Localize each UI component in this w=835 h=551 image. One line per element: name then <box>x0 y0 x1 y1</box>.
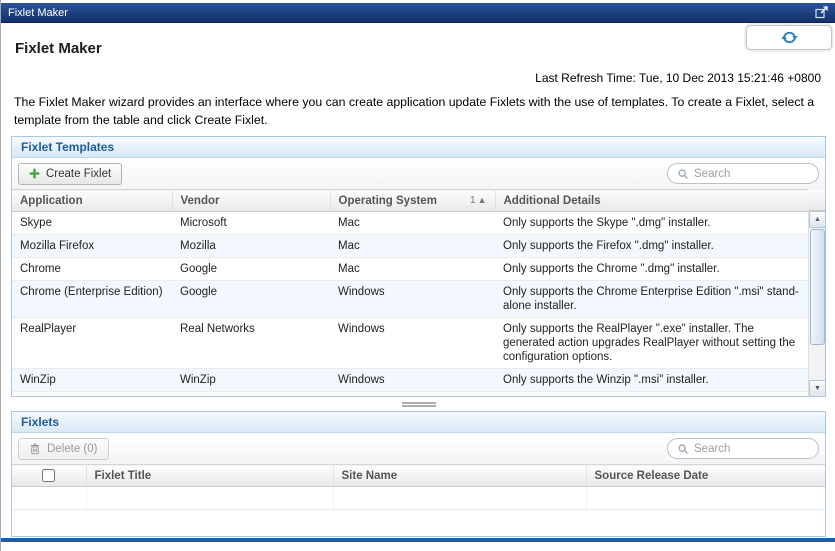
cell-vendor: Real Networks <box>172 318 330 369</box>
cell-os: Windows <box>330 281 495 318</box>
table-row[interactable]: RealPlayer Real Networks Windows Only su… <box>12 318 808 369</box>
column-header-source-release-date[interactable]: Source Release Date <box>586 465 825 487</box>
cell-vendor: WinZip <box>172 369 330 392</box>
refresh-button[interactable] <box>746 25 832 50</box>
cell-application: Mozilla Firefox <box>12 235 172 258</box>
cell-application: Chrome (Enterprise Edition) <box>12 281 172 318</box>
plus-icon <box>29 168 40 179</box>
create-fixlet-button[interactable]: Create Fixlet <box>18 163 122 185</box>
search-icon <box>677 443 689 455</box>
cell-os: Mac <box>330 235 495 258</box>
empty-cell <box>586 487 825 510</box>
cell-os: Mac <box>330 212 495 235</box>
sort-indicator: 1▲ <box>470 195 486 206</box>
table-row[interactable]: Mozilla Firefox Mozilla Mac Only support… <box>12 235 808 258</box>
fixlets-table: Fixlet Title Site Name Source Release Da… <box>12 464 825 510</box>
page-title: Fixlet Maker <box>15 40 102 57</box>
fixlets-toolbar: Delete (0) <box>12 433 825 464</box>
os-column-label: Operating System <box>339 195 437 207</box>
fixlets-search-input[interactable] <box>694 443 809 455</box>
scroll-down-button[interactable]: ▼ <box>809 380 825 397</box>
trash-icon <box>29 443 41 455</box>
window-title: Fixlet Maker <box>8 7 68 19</box>
column-header-additional-details[interactable]: Additional Details <box>495 190 808 212</box>
last-refresh-time: Last Refresh Time: Tue, 10 Dec 2013 15:2… <box>535 71 821 85</box>
templates-table: Application Vendor Operating System 1▲ A… <box>12 189 808 392</box>
templates-scrollbar[interactable]: ▲ ▼ <box>808 211 825 397</box>
select-all-header <box>12 465 86 487</box>
cell-details: Only supports the Chrome Enterprise Edit… <box>495 281 808 318</box>
cell-vendor: Google <box>172 258 330 281</box>
cell-details: Only supports the Chrome ".dmg" installe… <box>495 258 808 281</box>
sort-arrow-icon: ▲ <box>478 195 487 205</box>
fixlets-panel-title: Fixlets <box>21 415 59 429</box>
templates-toolbar: Create Fixlet <box>12 158 825 189</box>
column-header-application[interactable]: Application <box>12 190 172 212</box>
table-row[interactable]: Chrome (Enterprise Edition) Google Windo… <box>12 281 808 318</box>
fixlets-search-box <box>667 438 819 459</box>
cell-os: Mac <box>330 258 495 281</box>
cell-application: Skype <box>12 212 172 235</box>
templates-header-row: Application Vendor Operating System 1▲ A… <box>12 190 808 212</box>
scrollbar-header-spacer <box>808 189 825 211</box>
templates-search-box <box>667 163 819 184</box>
cell-details: Only supports the RealPlayer ".exe" inst… <box>495 318 808 369</box>
cell-vendor: Mozilla <box>172 235 330 258</box>
cell-details: Only supports the Firefox ".dmg" install… <box>495 235 808 258</box>
fixlets-panel-header: Fixlets <box>12 412 825 433</box>
window-titlebar: Fixlet Maker <box>1 3 835 23</box>
cell-application: RealPlayer <box>12 318 172 369</box>
scrollbar-thumb[interactable] <box>810 229 825 345</box>
table-row[interactable]: WinZip WinZip Windows Only supports the … <box>12 369 808 392</box>
templates-search-input[interactable] <box>694 168 809 180</box>
cell-vendor: Google <box>172 281 330 318</box>
open-new-window-icon[interactable] <box>815 6 828 19</box>
select-all-checkbox[interactable] <box>42 469 55 482</box>
column-header-site-name[interactable]: Site Name <box>333 465 586 487</box>
cell-os: Windows <box>330 318 495 369</box>
empty-row <box>12 487 825 510</box>
bottom-border <box>1 538 835 542</box>
table-row[interactable]: Chrome Google Mac Only supports the Chro… <box>12 258 808 281</box>
column-header-vendor[interactable]: Vendor <box>172 190 330 212</box>
panel-splitter[interactable] <box>11 398 826 410</box>
column-header-operating-system[interactable]: Operating System 1▲ <box>330 190 495 212</box>
scroll-up-button[interactable]: ▲ <box>809 211 825 228</box>
delete-button[interactable]: Delete (0) <box>18 438 109 460</box>
empty-cell <box>333 487 586 510</box>
cell-os: Windows <box>330 369 495 392</box>
scroll-down-icon: ▼ <box>814 385 821 392</box>
search-icon <box>677 168 689 180</box>
splitter-grip-icon <box>402 402 436 407</box>
table-row[interactable]: Skype Microsoft Mac Only supports the Sk… <box>12 212 808 235</box>
description-text: The Fixlet Maker wizard provides an inte… <box>14 94 822 130</box>
column-header-fixlet-title[interactable]: Fixlet Title <box>86 465 333 487</box>
cell-vendor: Microsoft <box>172 212 330 235</box>
fixlets-panel: Fixlets Delete (0) <box>11 411 826 537</box>
fixlet-templates-panel: Fixlet Templates Create Fixlet <box>11 136 826 397</box>
cell-details: Only supports the Skype ".dmg" installer… <box>495 212 808 235</box>
cell-details: Only supports the Winzip ".msi" installe… <box>495 369 808 392</box>
empty-cell <box>12 487 86 510</box>
templates-table-area: Application Vendor Operating System 1▲ A… <box>12 189 825 397</box>
templates-panel-title: Fixlet Templates <box>21 140 114 154</box>
create-fixlet-label: Create Fixlet <box>46 168 111 180</box>
delete-label: Delete (0) <box>47 443 98 455</box>
refresh-icon <box>781 29 798 46</box>
fixlet-maker-window: Fixlet Maker Fixlet Maker Last Refresh T… <box>0 0 835 551</box>
empty-cell <box>86 487 333 510</box>
cell-application: Chrome <box>12 258 172 281</box>
fixlets-header-row: Fixlet Title Site Name Source Release Da… <box>12 465 825 487</box>
scroll-up-icon: ▲ <box>814 216 821 223</box>
templates-panel-header: Fixlet Templates <box>12 137 825 158</box>
cell-application: WinZip <box>12 369 172 392</box>
